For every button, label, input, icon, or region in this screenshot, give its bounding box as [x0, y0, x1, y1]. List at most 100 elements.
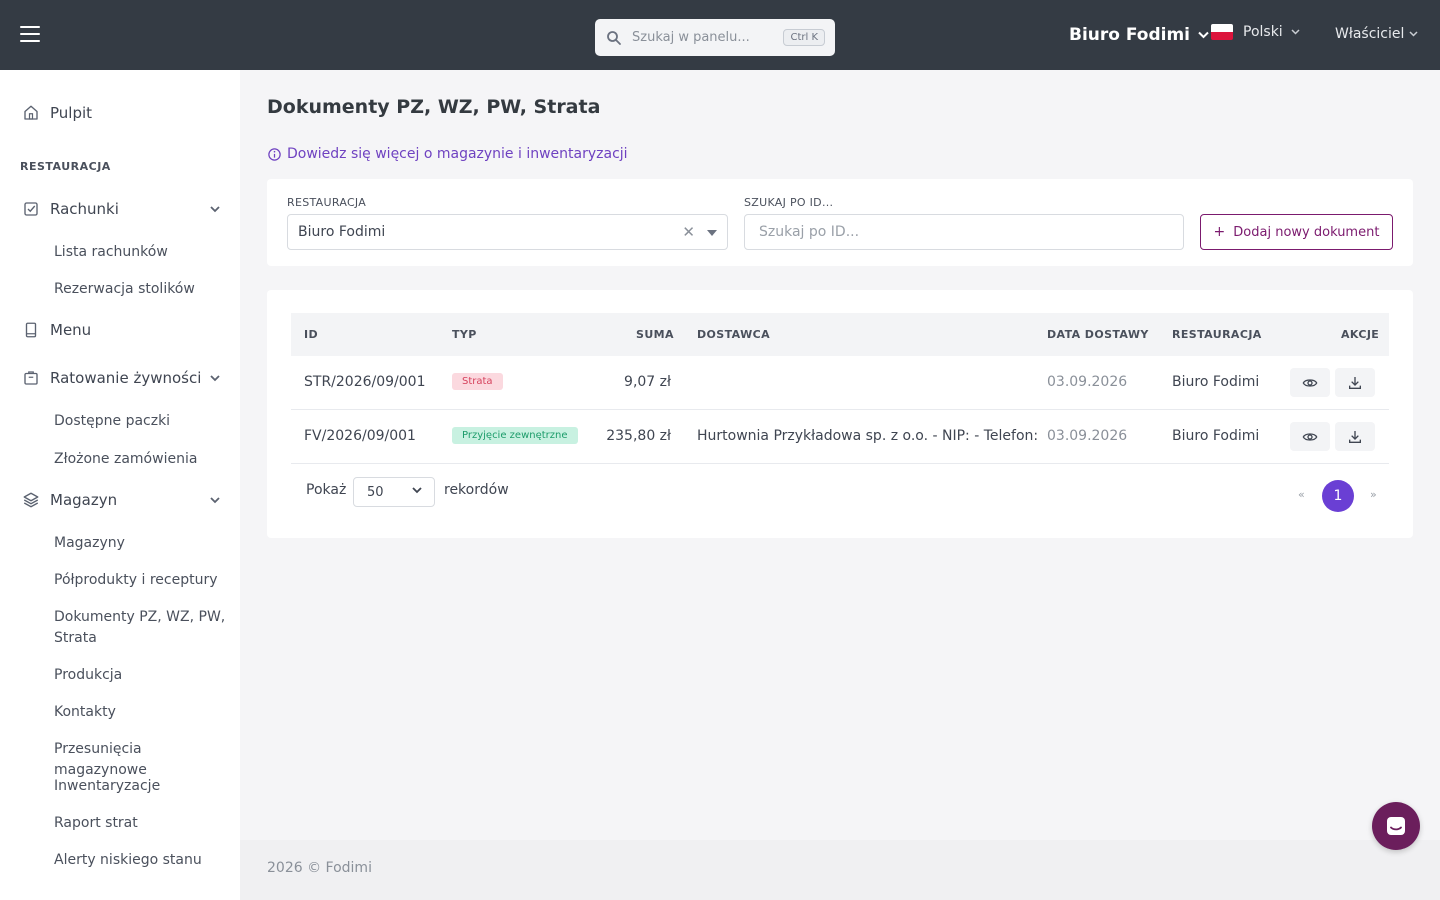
search-shortcut: Ctrl K: [783, 29, 825, 46]
table-row: FV/2026/09/001 Przyjęcie zewnętrzne 235,…: [291, 410, 1389, 464]
records-label: rekordów: [444, 482, 509, 498]
download-icon: [1349, 376, 1361, 389]
language-label: Polski: [1243, 24, 1283, 40]
page-size-label: Pokaż: [306, 482, 347, 498]
menu-icon[interactable]: [20, 26, 40, 42]
sidebar-item-warehouses[interactable]: Magazyny: [54, 533, 229, 554]
download-icon: [1349, 430, 1361, 443]
footer: [240, 840, 1440, 900]
search-icon: [607, 30, 621, 45]
document-id: STR/2026/09/001: [304, 374, 426, 390]
sidebar-item-contacts[interactable]: Kontakty: [54, 702, 229, 723]
dropdown-arrow-icon: [707, 230, 717, 236]
column-header-sum[interactable]: SUMA: [636, 328, 674, 341]
column-header-restaurant[interactable]: RESTAURACJA: [1172, 328, 1262, 341]
sidebar-item-label: Pulpit: [50, 104, 93, 122]
sidebar-item-loss-report[interactable]: Raport strat: [54, 813, 229, 834]
layers-icon: [23, 492, 39, 508]
box-icon: [24, 371, 38, 385]
document-sum: 9,07 zł: [624, 374, 671, 390]
column-header-delivery-date[interactable]: DATA DOSTAWY: [1047, 328, 1149, 341]
document-id: FV/2026/09/001: [304, 428, 416, 444]
table-header: ID TYP SUMA DOSTAWCA DATA DOSTAWY RESTAU…: [291, 313, 1389, 356]
page-title: Dokumenty PZ, WZ, PW, Strata: [267, 96, 601, 118]
sidebar-section-label: RESTAURACJA: [20, 160, 111, 173]
plus-icon: +: [1213, 224, 1226, 240]
sidebar-item-label: Ratowanie żywności: [50, 369, 202, 387]
delivery-date: 03.09.2026: [1047, 428, 1128, 444]
add-document-button[interactable]: + Dodaj nowy dokument: [1200, 214, 1393, 250]
sidebar-item-low-stock-alerts[interactable]: Alerty niskiego stanu: [54, 850, 229, 871]
restaurant-filter-label: RESTAURACJA: [287, 196, 367, 209]
chevron-down-icon: [210, 205, 220, 212]
user-role: Właściciel: [1335, 26, 1405, 42]
checklist-icon: [24, 202, 38, 216]
sidebar-item-warehouse[interactable]: Magazyn: [22, 491, 220, 509]
sidebar-item-menu[interactable]: Menu: [22, 321, 220, 339]
chevron-down-icon: [210, 496, 220, 503]
search-id-label: SZUKAJ PO ID...: [744, 196, 834, 209]
table-row: STR/2026/09/001 Strata 9,07 zł 03.09.202…: [291, 356, 1389, 410]
user-menu[interactable]: Właściciel: [1335, 26, 1418, 42]
sidebar-item-bills[interactable]: Rachunki: [22, 200, 220, 218]
sidebar-item-available-packages[interactable]: Dostępne paczki: [54, 411, 229, 432]
poland-flag-icon: [1211, 24, 1233, 40]
chat-button[interactable]: [1372, 802, 1420, 850]
sidebar-item-label: Menu: [50, 321, 92, 339]
add-document-button-label: Dodaj nowy dokument: [1233, 224, 1380, 240]
chevron-down-icon: [1198, 31, 1209, 39]
learn-more-link-label: Dowiedz się więcej o magazynie i inwenta…: [287, 146, 628, 162]
info-icon: [268, 147, 281, 161]
sidebar-item-documents[interactable]: Dokumenty PZ, WZ, PW, Strata: [54, 607, 229, 649]
eye-icon: [1302, 432, 1318, 441]
search-id-input[interactable]: [744, 214, 1184, 250]
sidebar-item-inventories[interactable]: Inwentaryzacje: [54, 776, 229, 797]
type-badge: Strata: [452, 373, 503, 390]
view-button[interactable]: [1290, 368, 1330, 397]
eye-icon: [1302, 378, 1318, 387]
download-button[interactable]: [1335, 368, 1375, 397]
document-supplier: Hurtownia Przykładowa sp. z o.o. - NIP: …: [697, 428, 1039, 444]
sidebar-item-label: Rachunki: [50, 200, 119, 218]
sidebar-item-semi-products[interactable]: Półprodukty i receptury: [54, 570, 229, 591]
page-size-select[interactable]: 50: [353, 477, 435, 507]
home-icon: [24, 105, 38, 120]
column-header-type[interactable]: TYP: [452, 328, 477, 341]
view-button[interactable]: [1290, 422, 1330, 451]
sidebar-item-table-reservations[interactable]: Rezerwacja stolików: [54, 279, 229, 300]
pagination-prev[interactable]: «: [1298, 488, 1305, 501]
sidebar-item-bill-list[interactable]: Lista rachunków: [54, 242, 229, 263]
column-header-id[interactable]: ID: [304, 328, 318, 341]
top-bar: Ctrl K Biuro Fodimi Polski Właściciel: [0, 0, 1440, 70]
global-search-input[interactable]: [632, 30, 772, 45]
sidebar: Pulpit RESTAURACJA Rachunki Lista rachun…: [0, 70, 240, 900]
documents-table-panel: ID TYP SUMA DOSTAWCA DATA DOSTAWY RESTAU…: [267, 290, 1413, 538]
filter-panel: RESTAURACJA Biuro Fodimi ✕ SZUKAJ PO ID.…: [267, 179, 1413, 266]
restaurant-select[interactable]: Biuro Fodimi ✕: [287, 214, 728, 250]
footer-copyright: 2026 © Fodimi: [267, 860, 372, 876]
book-icon: [25, 322, 37, 338]
global-search[interactable]: Ctrl K: [595, 19, 835, 56]
chevron-down-icon: [1409, 31, 1418, 37]
sidebar-item-food-rescue[interactable]: Ratowanie żywności: [22, 369, 220, 387]
pagination-next[interactable]: »: [1370, 488, 1377, 501]
sidebar-item-stock-transfers[interactable]: Przesunięcia magazynowe: [54, 739, 229, 781]
pagination-page-current[interactable]: 1: [1322, 480, 1354, 512]
sidebar-item-production[interactable]: Produkcja: [54, 665, 229, 686]
clear-icon[interactable]: ✕: [682, 223, 695, 241]
sidebar-item-label: Magazyn: [50, 491, 118, 509]
chevron-down-icon: [1291, 29, 1300, 35]
language-switcher[interactable]: Polski: [1211, 24, 1300, 40]
column-header-supplier[interactable]: DOSTAWCA: [697, 328, 770, 341]
chevron-down-icon: [210, 374, 220, 381]
learn-more-link[interactable]: Dowiedz się więcej o magazynie i inwenta…: [267, 146, 628, 162]
restaurant-switcher-label: Biuro Fodimi: [1069, 25, 1191, 45]
document-restaurant: Biuro Fodimi: [1172, 428, 1260, 444]
sidebar-item-placed-orders[interactable]: Złożone zamówienia: [54, 449, 229, 470]
restaurant-switcher[interactable]: Biuro Fodimi: [1069, 25, 1209, 45]
column-header-actions: AKCJE: [1341, 328, 1380, 341]
download-button[interactable]: [1335, 422, 1375, 451]
sidebar-item-dashboard[interactable]: Pulpit: [22, 104, 220, 122]
document-restaurant: Biuro Fodimi: [1172, 374, 1260, 390]
delivery-date: 03.09.2026: [1047, 374, 1128, 390]
